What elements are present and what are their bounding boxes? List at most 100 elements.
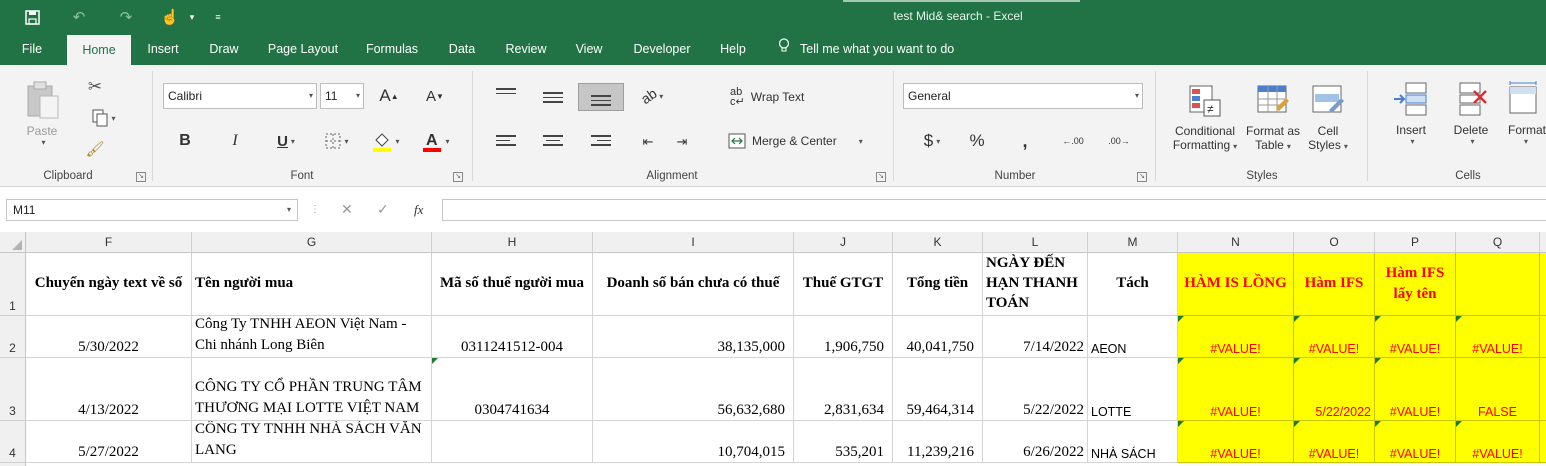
cell-m2[interactable]: AEON [1088, 316, 1178, 358]
borders-button[interactable]: ▾ [316, 129, 358, 153]
tab-draw[interactable]: Draw [200, 34, 248, 65]
cell-l1[interactable]: NGÀY ĐẾN HẠN THANH TOÁN [983, 253, 1088, 316]
cell-h4[interactable] [432, 421, 593, 463]
cell-q1[interactable] [1456, 253, 1540, 316]
percent-button[interactable]: % [964, 129, 990, 153]
cell-j3[interactable]: 2,831,634 [794, 358, 893, 421]
cell-n3[interactable]: #VALUE! [1178, 358, 1294, 421]
column-header-o[interactable]: O [1294, 232, 1375, 253]
cell-o2[interactable]: #VALUE! [1294, 316, 1375, 358]
align-right-icon[interactable] [591, 132, 611, 149]
cell-p2[interactable]: #VALUE! [1375, 316, 1456, 358]
cell-g4[interactable]: CÔNG TY TNHH NHÀ SÁCH VĂN LANG [192, 421, 432, 463]
cell-r4[interactable] [1540, 421, 1546, 463]
merge-center-button[interactable]: Merge & Center ▾ [728, 129, 863, 153]
cell-i1[interactable]: Doanh số bán chưa có thuế [593, 253, 794, 316]
cell-k2[interactable]: 40,041,750 [893, 316, 983, 358]
increase-decimal-button[interactable]: ←.00 [1058, 129, 1088, 153]
cell-q3[interactable]: FALSE [1456, 358, 1540, 421]
font-color-button[interactable]: A ▾ [416, 127, 456, 155]
align-center-icon[interactable] [543, 132, 563, 149]
cell-k4[interactable]: 11,239,216 [893, 421, 983, 463]
cell-j1[interactable]: Thuế GTGT [794, 253, 893, 316]
clipboard-launcher-icon[interactable]: ↘ [136, 172, 146, 182]
number-launcher-icon[interactable]: ↘ [1137, 172, 1147, 182]
fill-color-button[interactable]: ▾ [366, 127, 406, 155]
cell-m1[interactable]: Tách [1088, 253, 1178, 316]
copy-button[interactable]: ▾ [82, 108, 126, 128]
cell-m3[interactable]: LOTTE [1088, 358, 1178, 421]
cell-q4[interactable]: #VALUE! [1456, 421, 1540, 463]
tab-formulas[interactable]: Formulas [358, 34, 426, 65]
number-format-combo[interactable]: General ▾ [903, 83, 1143, 109]
tab-home[interactable]: Home [67, 35, 131, 65]
row-header-1[interactable]: 1 [0, 253, 26, 316]
cell-i4[interactable]: 10,704,015 [593, 421, 794, 463]
column-header-l[interactable]: L [983, 232, 1088, 253]
cell-j2[interactable]: 1,906,750 [794, 316, 893, 358]
cell-p3[interactable]: #VALUE! [1375, 358, 1456, 421]
tab-review[interactable]: Review [498, 34, 554, 65]
column-header-g[interactable]: G [192, 232, 432, 253]
column-header-n[interactable]: N [1178, 232, 1294, 253]
row-header-2[interactable]: 2 [0, 316, 26, 358]
cell-j4[interactable]: 535,201 [794, 421, 893, 463]
shrink-font-button[interactable]: A ▼ [422, 85, 448, 107]
decrease-decimal-button[interactable]: .00→ [1104, 129, 1134, 153]
column-header-r[interactable] [1540, 232, 1546, 253]
tab-insert[interactable]: Insert [138, 34, 188, 65]
cell-l3[interactable]: 5/22/2022 [983, 358, 1088, 421]
delete-cells-button[interactable]: Delete ▾ [1444, 73, 1498, 153]
column-header-j[interactable]: J [794, 232, 893, 253]
cell-o3[interactable]: 5/22/2022 [1294, 358, 1375, 421]
cell-o1[interactable]: Hàm IFS [1294, 253, 1375, 316]
format-painter-button[interactable]: 🖌 [84, 139, 106, 159]
cut-button[interactable]: ✂ [84, 77, 106, 97]
cell-g3[interactable]: CÔNG TY CỔ PHẦN TRUNG TÂM THƯƠNG MẠI LOT… [192, 358, 432, 421]
cell-n4[interactable]: #VALUE! [1178, 421, 1294, 463]
paste-button[interactable]: Paste ▾ [18, 73, 66, 153]
cell-n1[interactable]: HÀM IS LỒNG [1178, 253, 1294, 316]
currency-button[interactable]: $ ▾ [912, 129, 952, 153]
cell-r3[interactable] [1540, 358, 1546, 421]
cell-f1[interactable]: Chuyển ngày text về số [26, 253, 192, 316]
column-header-q[interactable]: Q [1456, 232, 1540, 253]
cell-h2[interactable]: 0311241512-004 [432, 316, 593, 358]
name-box[interactable]: M11 ▾ [6, 199, 298, 221]
align-left-icon[interactable] [496, 132, 516, 149]
wrap-text-button[interactable]: ab c↵ Wrap Text [730, 85, 804, 109]
decrease-indent-button[interactable]: ⇤ [636, 131, 660, 153]
alignment-launcher-icon[interactable]: ↘ [876, 172, 886, 182]
font-name-combo[interactable]: Calibri ▾ [163, 83, 317, 109]
cell-h1[interactable]: Mã số thuế người mua [432, 253, 593, 316]
cell-n2[interactable]: #VALUE! [1178, 316, 1294, 358]
enter-icon[interactable]: ✓ [377, 201, 389, 218]
format-as-table-button[interactable]: Format as Table ▾ [1244, 73, 1302, 163]
tell-me-box[interactable]: Tell me what you want to do [778, 34, 954, 65]
increase-indent-button[interactable]: ⇥ [670, 131, 694, 153]
row-header-4[interactable]: 4 [0, 421, 26, 463]
select-all-corner[interactable] [0, 232, 26, 253]
cell-r2[interactable] [1540, 316, 1546, 358]
cell-i2[interactable]: 38,135,000 [593, 316, 794, 358]
cell-m4[interactable]: NHÀ SÁCH [1088, 421, 1178, 463]
tab-developer[interactable]: Developer [626, 34, 698, 65]
cell-k1[interactable]: Tổng tiền [893, 253, 983, 316]
cancel-icon[interactable]: ✕ [341, 201, 353, 218]
column-header-i[interactable]: I [593, 232, 794, 253]
cell-f4[interactable]: 5/27/2022 [26, 421, 192, 463]
cell-k3[interactable]: 59,464,314 [893, 358, 983, 421]
grow-font-button[interactable]: A ▲ [376, 85, 402, 107]
tab-help[interactable]: Help [712, 34, 754, 65]
cell-l2[interactable]: 7/14/2022 [983, 316, 1088, 358]
orientation-button[interactable]: ab ▾ [636, 85, 668, 107]
cell-p1[interactable]: Hàm IFS lấy tên [1375, 253, 1456, 316]
row-header-3[interactable]: 3 [0, 358, 26, 421]
tab-file[interactable]: File [12, 34, 52, 65]
font-launcher-icon[interactable]: ↘ [453, 172, 463, 182]
cell-p4[interactable]: #VALUE! [1375, 421, 1456, 463]
comma-button[interactable]: , [1012, 129, 1038, 153]
bold-button[interactable]: B [172, 129, 198, 153]
tab-data[interactable]: Data [440, 34, 484, 65]
cell-o4[interactable]: #VALUE! [1294, 421, 1375, 463]
